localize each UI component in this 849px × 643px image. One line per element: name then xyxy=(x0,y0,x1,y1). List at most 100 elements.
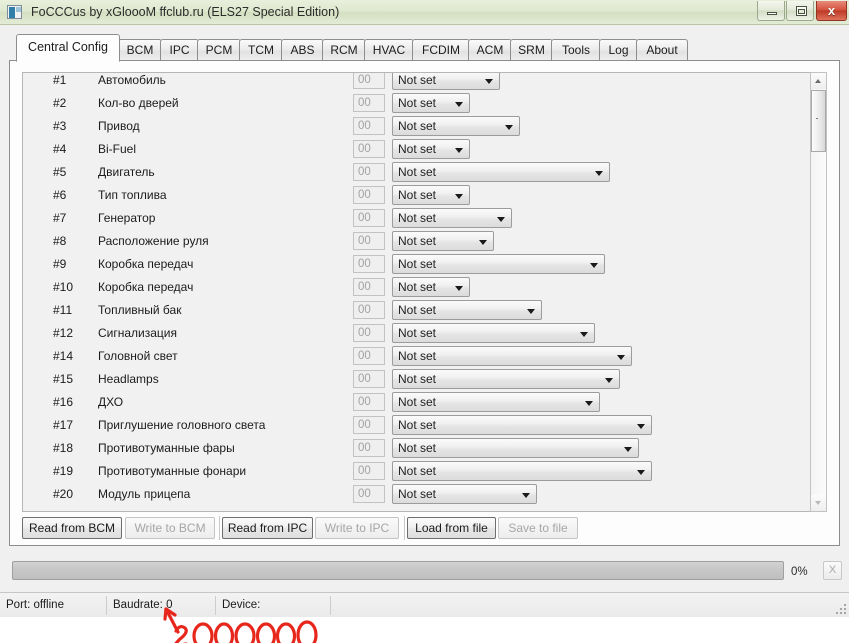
config-row-value-field[interactable]: 00 xyxy=(353,301,385,319)
config-row: #7 Генератор 00 Not set xyxy=(23,207,803,230)
button-group-divider xyxy=(404,516,405,540)
config-row-select-value: Not set xyxy=(398,303,437,317)
config-row-value-field[interactable]: 00 xyxy=(353,255,385,273)
vertical-scrollbar[interactable] xyxy=(810,72,827,512)
config-row-label: Коробка передач xyxy=(98,280,194,294)
chevron-down-icon xyxy=(605,378,613,383)
config-row-select[interactable]: Not set xyxy=(392,392,600,412)
config-row: #2 Кол-во дверей 00 Not set xyxy=(23,92,803,115)
tab-tools[interactable]: Tools xyxy=(551,39,601,61)
tab-bar: Central Config BCM IPC PCM TCM ABS RCM HVAC FCDI… xyxy=(5,33,844,62)
config-row-select[interactable]: Not set xyxy=(392,346,632,366)
tab-acm[interactable]: ACM xyxy=(468,39,512,61)
read-from-bcm-button[interactable]: Read from BCM xyxy=(22,517,122,539)
config-row-select[interactable]: Not set xyxy=(392,484,537,504)
config-row-value-field[interactable]: 00 xyxy=(353,163,385,181)
config-row-select-value: Not set xyxy=(398,211,437,225)
config-row-select[interactable]: Not set xyxy=(392,300,542,320)
tab-log[interactable]: Log xyxy=(599,39,638,61)
config-row-value-field[interactable]: 00 xyxy=(353,393,385,411)
config-row-select[interactable]: Not set xyxy=(392,231,494,251)
config-row-select[interactable]: Not set xyxy=(392,369,620,389)
config-row-value-field[interactable]: 00 xyxy=(353,416,385,434)
close-button[interactable]: x xyxy=(816,1,847,21)
config-row-index: #10 xyxy=(53,280,74,294)
config-row: #5 Двигатель 00 Not set xyxy=(23,161,803,184)
tab-fcdim[interactable]: FCDIM xyxy=(412,39,470,61)
chevron-down-icon xyxy=(527,309,535,314)
chevron-down-icon xyxy=(624,447,632,452)
scrollbar-thumb[interactable] xyxy=(811,90,826,152)
config-row-select[interactable]: Not set xyxy=(392,254,605,274)
config-row-value-field[interactable]: 00 xyxy=(353,140,385,158)
chevron-down-icon xyxy=(522,493,530,498)
config-row-index: #12 xyxy=(53,326,74,340)
config-row: #8 Расположение руля 00 Not set xyxy=(23,230,803,253)
action-button-row: Read from BCM Write to BCM Read from IPC Wr… xyxy=(22,516,822,540)
chevron-down-icon xyxy=(505,125,513,130)
config-row-value-field[interactable]: 00 xyxy=(353,347,385,365)
config-row-index: #16 xyxy=(53,395,74,409)
config-row-value-field[interactable]: 00 xyxy=(353,485,385,503)
scroll-up-arrow-icon[interactable] xyxy=(811,73,826,89)
minimize-button[interactable] xyxy=(757,1,785,21)
config-row-select[interactable]: Not set xyxy=(392,116,520,136)
config-row: #15 Headlamps 00 Not set xyxy=(23,368,803,391)
config-row-value-field[interactable]: 00 xyxy=(353,370,385,388)
tab-srm[interactable]: SRM xyxy=(510,39,553,61)
config-row-label: Коробка передач xyxy=(98,257,194,271)
config-row-value-field[interactable]: 00 xyxy=(353,324,385,342)
config-row-value-field[interactable]: 00 xyxy=(353,209,385,227)
config-row-select[interactable]: Not set xyxy=(392,139,470,159)
tab-tcm[interactable]: TCM xyxy=(239,39,283,61)
tab-about[interactable]: About xyxy=(636,39,688,61)
config-row-value-field[interactable]: 00 xyxy=(353,73,385,89)
config-row-index: #17 xyxy=(53,418,74,432)
config-list-viewport: #1 Автомобиль 00 Not set #2 Кол-во дверей 00 No… xyxy=(22,72,820,512)
config-row-value-field[interactable]: 00 xyxy=(353,186,385,204)
window-title: FoCCCus by xGloooM ffclub.ru (ELS27 Spec… xyxy=(31,5,340,19)
config-row-select[interactable]: Not set xyxy=(392,208,512,228)
config-row-value-field[interactable]: 00 xyxy=(353,462,385,480)
config-row-select[interactable]: Not set xyxy=(392,162,610,182)
config-row-select-value: Not set xyxy=(398,464,437,478)
config-row-label: Headlamps xyxy=(98,372,159,386)
config-row-select[interactable]: Not set xyxy=(392,185,470,205)
cancel-operation-button[interactable]: X xyxy=(823,561,842,580)
config-row-select[interactable]: Not set xyxy=(392,415,652,435)
read-from-ipc-button[interactable]: Read from IPC xyxy=(222,517,313,539)
tab-abs[interactable]: ABS xyxy=(281,39,324,61)
config-row-select-value: Not set xyxy=(398,142,437,156)
tab-pcm[interactable]: PCM xyxy=(197,39,241,61)
config-row-value-field[interactable]: 00 xyxy=(353,439,385,457)
tab-hvac[interactable]: HVAC xyxy=(364,39,414,61)
tab-bcm[interactable]: BCM xyxy=(118,39,162,61)
config-row-select[interactable]: Not set xyxy=(392,277,470,297)
config-row-value-field[interactable]: 00 xyxy=(353,278,385,296)
config-row-select[interactable]: Not set xyxy=(392,73,500,90)
config-row-select-value: Not set xyxy=(398,280,437,294)
scroll-down-arrow-icon[interactable] xyxy=(811,495,826,511)
config-row-index: #11 xyxy=(53,303,73,317)
config-row-select-value: Not set xyxy=(398,73,437,87)
config-row-select[interactable]: Not set xyxy=(392,323,595,343)
config-row-value-field[interactable]: 00 xyxy=(353,117,385,135)
config-row-value-field[interactable]: 00 xyxy=(353,94,385,112)
config-row: #9 Коробка передач 00 Not set xyxy=(23,253,803,276)
tab-ipc[interactable]: IPC xyxy=(160,39,199,61)
config-row-select[interactable]: Not set xyxy=(392,461,652,481)
config-row-select-value: Not set xyxy=(398,326,437,340)
config-row-select[interactable]: Not set xyxy=(392,438,639,458)
tab-central-config[interactable]: Central Config xyxy=(16,34,120,62)
load-from-file-button[interactable]: Load from file xyxy=(407,517,496,539)
config-row-select-value: Not set xyxy=(398,441,437,455)
config-row-value-field[interactable]: 00 xyxy=(353,232,385,250)
config-row-select[interactable]: Not set xyxy=(392,93,470,113)
tab-rcm[interactable]: RCM xyxy=(322,39,366,61)
config-row-index: #9 xyxy=(53,257,67,271)
maximize-button[interactable] xyxy=(786,1,814,21)
progress-area: 0% X xyxy=(5,550,844,592)
chevron-down-icon xyxy=(455,194,463,199)
chevron-down-icon xyxy=(455,102,463,107)
close-icon: x xyxy=(827,3,836,18)
